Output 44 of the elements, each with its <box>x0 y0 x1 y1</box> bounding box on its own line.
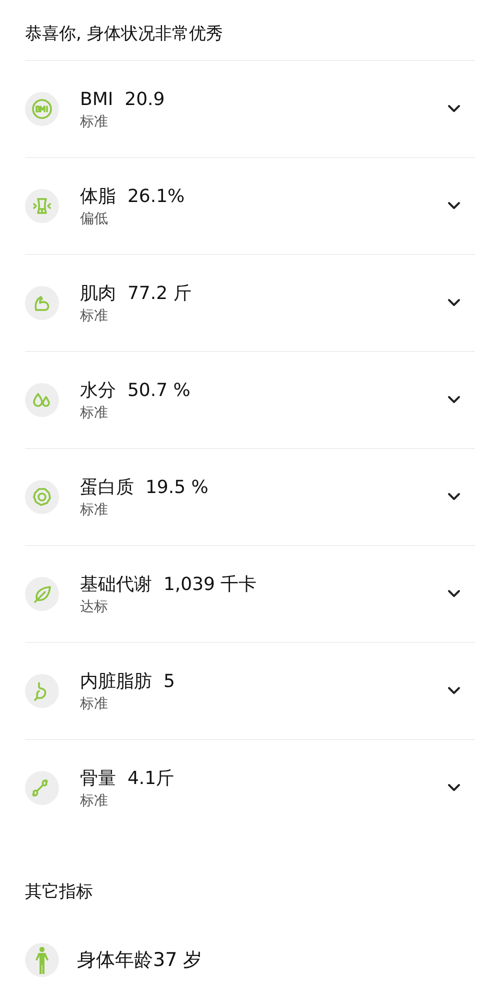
metric-value: 骨量 4.1斤 <box>80 766 174 790</box>
metric-row[interactable]: 骨量 4.1斤 标准 <box>25 740 475 836</box>
metric-value: 内脏脂肪 5 <box>80 670 175 694</box>
chevron-icon[interactable] <box>447 395 461 405</box>
metric-value: 水分 50.7 % <box>80 378 190 402</box>
chevron-icon[interactable] <box>447 589 461 599</box>
metric-value: 体脂 26.1% <box>80 184 185 208</box>
metric-status: 标准 <box>80 306 108 324</box>
leaf-icon <box>25 577 59 611</box>
metric-status: 标准 <box>80 694 108 712</box>
metric-status: 达标 <box>80 598 108 616</box>
metric-status: 标准 <box>80 792 108 810</box>
body-age-text: 身体年龄37 岁 <box>77 948 202 973</box>
metric-status: 标准 <box>80 404 108 422</box>
metric-row[interactable]: 肌肉 77.2 斤 标准 <box>25 255 475 351</box>
chevron-icon[interactable] <box>447 783 461 793</box>
metric-row[interactable]: 基础代谢 1,039 千卡 达标 <box>25 546 475 642</box>
metric-status: 标准 <box>80 112 108 130</box>
bone-icon <box>25 771 59 805</box>
metric-row[interactable]: 体脂 26.1% 偏低 <box>25 158 475 254</box>
metric-row[interactable]: 蛋白质 19.5 % 标准 <box>25 449 475 545</box>
chevron-icon[interactable] <box>447 201 461 211</box>
person-icon <box>25 943 59 977</box>
metric-value: 蛋白质 19.5 % <box>80 476 208 500</box>
chevron-icon[interactable] <box>447 686 461 696</box>
metric-row[interactable]: BMI 20.9 标准 <box>25 61 475 157</box>
egg-icon <box>25 480 59 514</box>
drops-icon <box>25 383 59 417</box>
chevron-icon[interactable] <box>447 104 461 114</box>
metric-value: 基础代谢 1,039 千卡 <box>80 572 257 596</box>
stomach-icon <box>25 674 59 708</box>
metric-value: BMI 20.9 <box>80 88 165 112</box>
section-title: 恭喜你, 身体状况非常优秀 <box>25 0 475 61</box>
bmi-icon <box>25 92 59 126</box>
metric-status: 标准 <box>80 500 108 518</box>
metric-row[interactable]: 水分 50.7 % 标准 <box>25 352 475 448</box>
section-title: 其它指标 <box>25 881 93 903</box>
metric-value: 肌肉 77.2 斤 <box>80 282 192 306</box>
waist-icon <box>25 189 59 223</box>
chevron-icon[interactable] <box>447 298 461 308</box>
chevron-icon[interactable] <box>447 492 461 502</box>
arm-icon <box>25 286 59 320</box>
metric-status: 偏低 <box>80 210 108 228</box>
metric-row[interactable]: 内脏脂肪 5 标准 <box>25 643 475 739</box>
